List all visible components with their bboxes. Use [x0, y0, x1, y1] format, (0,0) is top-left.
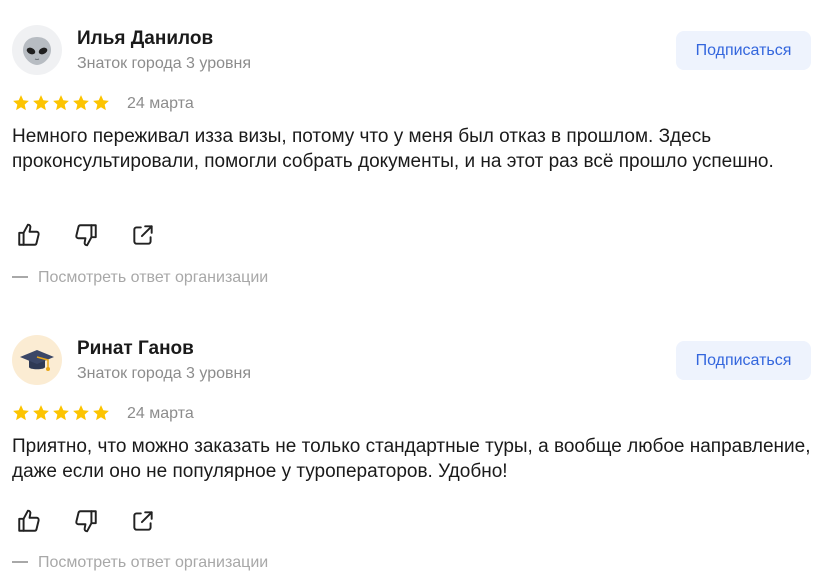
org-answer-link[interactable]: Посмотреть ответ организации [12, 269, 268, 287]
org-answer-label: Посмотреть ответ организации [38, 554, 269, 571]
rating-stars [12, 94, 110, 114]
graduation-cap-icon [20, 350, 54, 371]
star-icon [53, 405, 69, 421]
org-answer-link[interactable]: Посмотреть ответ организации [12, 554, 268, 572]
thumbs-down-icon [75, 224, 97, 247]
review-date: 24 марта [127, 405, 194, 422]
share-icon [133, 225, 153, 245]
dislike-button[interactable] [71, 508, 101, 536]
star-icon [93, 405, 109, 421]
review-text: Немного переживал изза визы, потому что … [12, 126, 774, 172]
author-badge: Знаток города 3 уровня [77, 55, 252, 72]
author-badge: Знаток города 3 уровня [77, 365, 252, 382]
star-icon [53, 95, 69, 111]
like-button[interactable] [14, 508, 44, 536]
star-icon [73, 95, 89, 111]
thumbs-up-icon [18, 223, 40, 246]
dash-divider [12, 561, 28, 563]
org-answer-label: Посмотреть ответ организации [38, 269, 269, 286]
star-icon [93, 95, 109, 111]
star-icon [33, 95, 49, 111]
share-icon [133, 511, 153, 531]
review-date: 24 марта [127, 95, 194, 112]
subscribe-button[interactable]: Подписаться [676, 341, 811, 380]
subscribe-button[interactable]: Подписаться [676, 31, 811, 70]
avatar[interactable] [12, 25, 62, 75]
like-button[interactable] [14, 222, 44, 250]
share-button[interactable] [128, 222, 158, 250]
author-name[interactable]: Ринат Ганов [77, 338, 194, 360]
thumbs-up-icon [18, 509, 40, 532]
thumbs-down-icon [75, 510, 97, 533]
share-button[interactable] [128, 508, 158, 536]
rating-stars [12, 404, 110, 424]
star-icon [13, 95, 29, 111]
author-name[interactable]: Илья Данилов [77, 28, 213, 50]
alien-icon [23, 37, 51, 65]
star-icon [33, 405, 49, 421]
dash-divider [12, 276, 28, 278]
avatar[interactable] [12, 335, 62, 385]
review-text: Приятно, что можно заказать не только ст… [12, 436, 811, 482]
star-icon [73, 405, 89, 421]
star-icon [13, 405, 29, 421]
dislike-button[interactable] [71, 222, 101, 250]
